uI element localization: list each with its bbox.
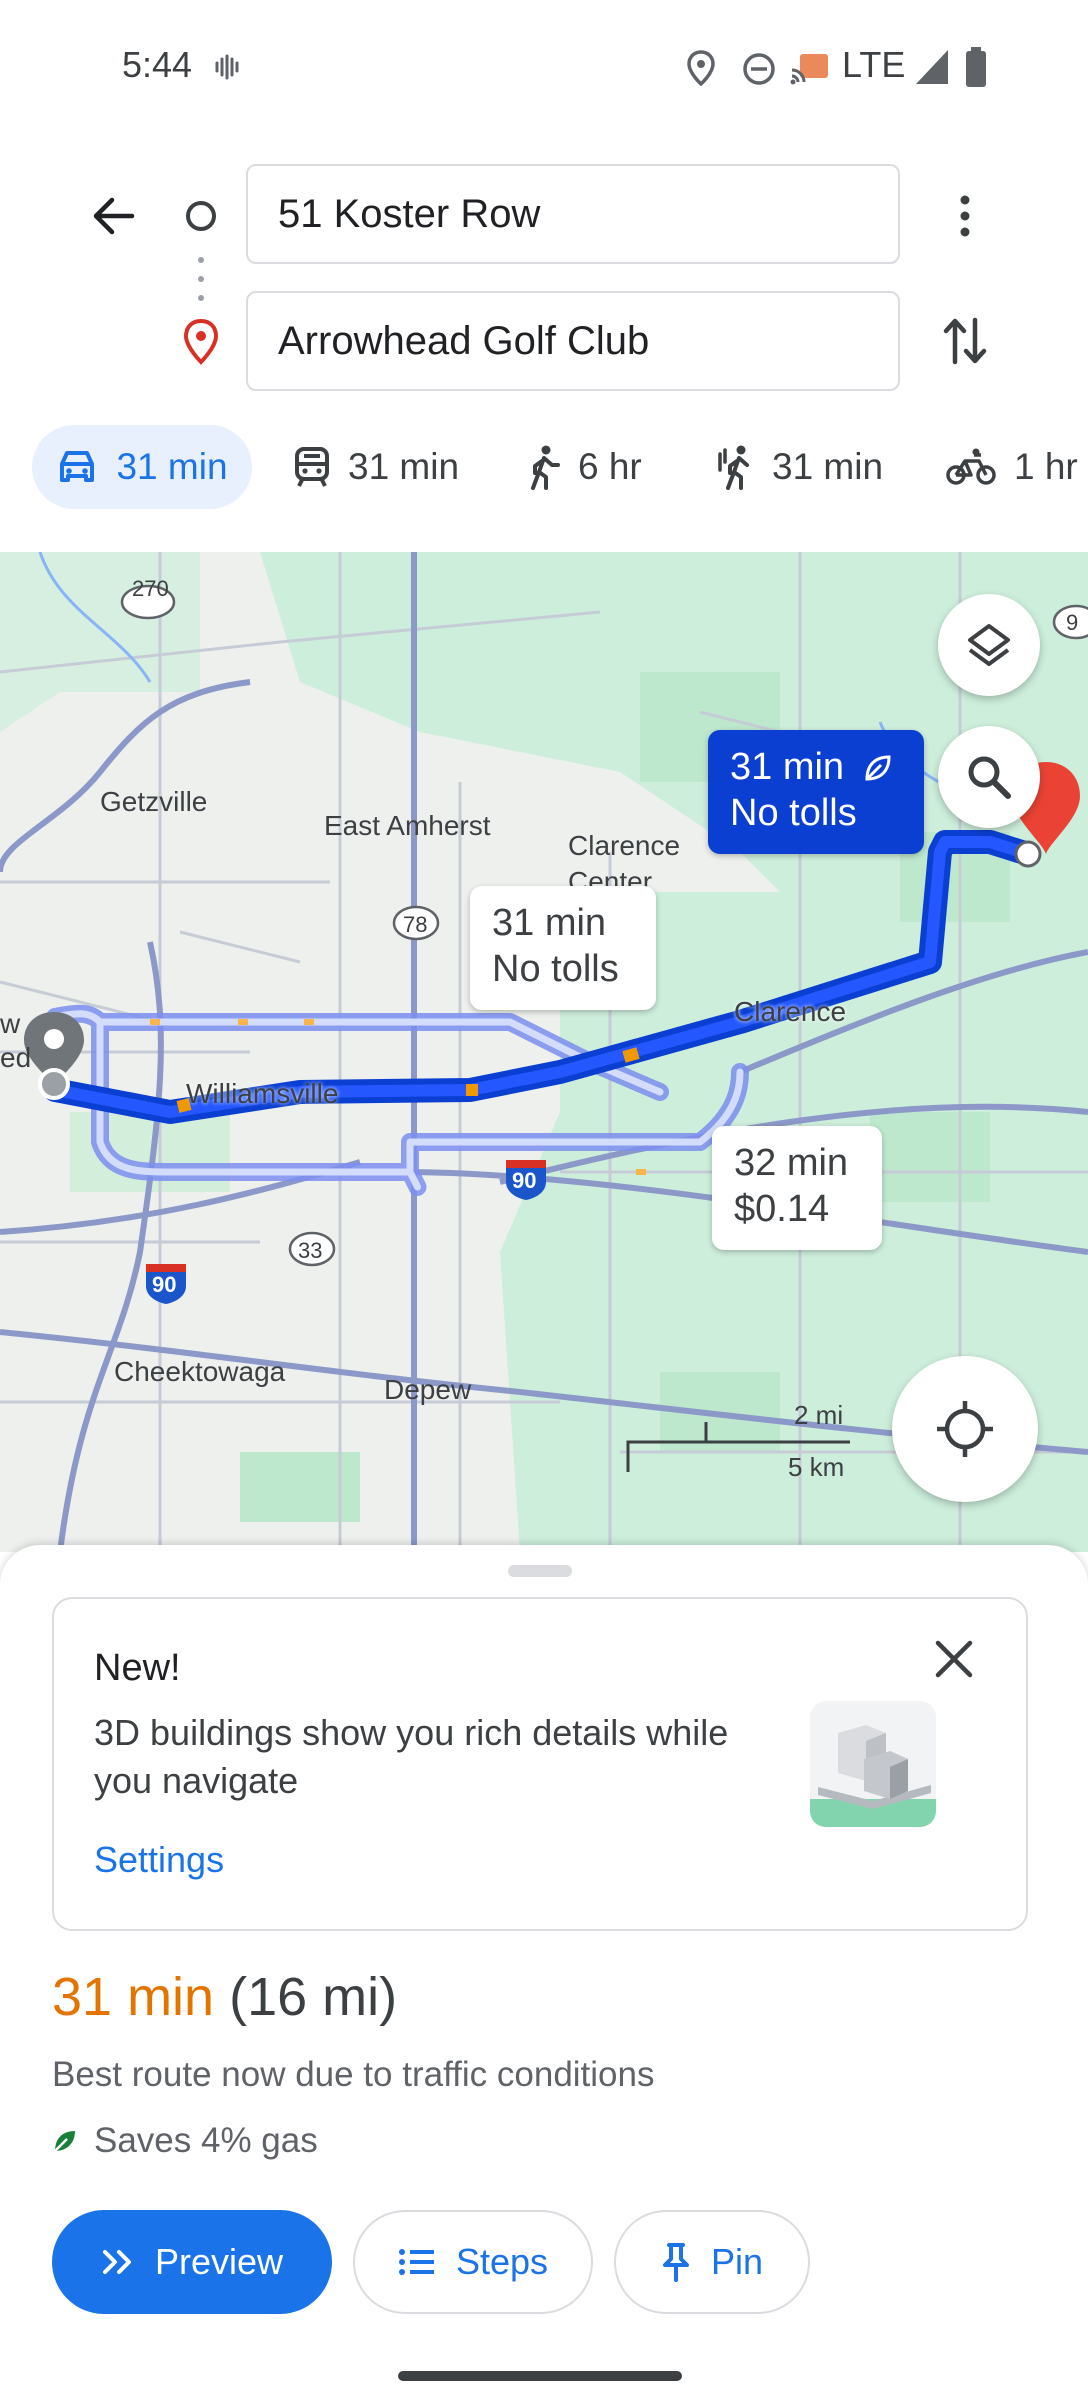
double-chevron-icon xyxy=(102,2250,131,2274)
summary-savings: Saves 4% gas xyxy=(52,2121,318,2161)
promo-settings-link[interactable]: Settings xyxy=(94,1839,224,1881)
back-arrow-icon[interactable] xyxy=(90,192,138,240)
route-selected-time: 31 min xyxy=(730,746,845,788)
promo-body: 3D buildings show you rich details while… xyxy=(94,1712,729,1801)
battery-icon xyxy=(966,47,986,87)
route-alt1-note: No tolls xyxy=(492,948,619,990)
route-callout-alt-1[interactable]: 31 min No tolls xyxy=(470,886,656,1010)
summary-time: 31 min xyxy=(52,1967,215,2027)
summary-savings-text: Saves 4% gas xyxy=(94,2121,318,2160)
origin-input[interactable]: 51 Koster Row xyxy=(246,164,900,264)
route-callout-selected[interactable]: 31 min No tolls xyxy=(708,730,924,854)
layers-icon xyxy=(968,624,1010,666)
place-edge-w: w xyxy=(0,1008,21,1039)
shield-33-label: 33 xyxy=(298,1238,323,1263)
route-alt2-note: $0.14 xyxy=(734,1188,830,1230)
ride-icon xyxy=(718,445,749,490)
place-east-amherst: East Amherst xyxy=(324,810,491,841)
shield-90-label-2: 90 xyxy=(512,1168,537,1193)
place-cheektowaga: Cheektowaga xyxy=(114,1356,286,1387)
tab-drive[interactable]: 31 min xyxy=(32,425,252,509)
status-bar: 5:44 LTE xyxy=(0,0,1088,130)
car-icon xyxy=(60,451,95,482)
route-dots-icon xyxy=(198,257,204,301)
layers-button[interactable] xyxy=(938,594,1040,696)
place-clarence: Clarence xyxy=(734,996,847,1027)
vibrate-icon xyxy=(215,54,239,80)
origin-dot-icon xyxy=(186,201,216,231)
steps-label: Steps xyxy=(455,2241,549,2282)
tab-transit-label: 31 min xyxy=(348,446,460,487)
promo-title: New! xyxy=(94,1647,181,1689)
pin-icon xyxy=(662,2243,689,2282)
location-icon xyxy=(687,50,715,86)
sheet-drag-handle[interactable] xyxy=(508,1565,572,1577)
tab-ride-label: 31 min xyxy=(772,446,884,487)
network-type: LTE xyxy=(842,44,906,85)
route-bottom-sheet: New! 3D buildings show you rich details … xyxy=(0,1545,1088,2400)
map-view[interactable]: 270 78 33 90 90 9 Getzville East Amherst… xyxy=(0,552,1088,1552)
crosshair-icon xyxy=(937,1401,993,1457)
my-location-button[interactable] xyxy=(892,1356,1038,1502)
place-williamsville: Williamsville xyxy=(186,1078,339,1109)
gesture-nav-bar[interactable] xyxy=(398,2371,682,2381)
transit-icon xyxy=(295,447,329,487)
destination-pin-icon xyxy=(183,318,219,365)
place-depew: Depew xyxy=(384,1374,472,1405)
summary-reason: Best route now due to traffic conditions xyxy=(52,2055,655,2094)
route-alt1-time: 31 min xyxy=(492,902,607,944)
route-alt2-time: 32 min xyxy=(734,1142,849,1184)
close-icon[interactable] xyxy=(932,1637,976,1681)
eco-leaf-icon xyxy=(865,755,891,781)
tab-transit[interactable]: 31 min xyxy=(294,425,459,509)
bike-icon xyxy=(946,448,996,485)
promo-card: New! 3D buildings show you rich details … xyxy=(52,1597,1028,1931)
more-options-icon[interactable] xyxy=(950,192,980,242)
preview-button[interactable]: Preview xyxy=(52,2210,332,2314)
steps-button[interactable]: Steps xyxy=(353,2210,593,2314)
tab-bike-label: 1 hr xyxy=(1014,446,1078,487)
leaf-icon xyxy=(54,2131,75,2152)
scale-km: 5 km xyxy=(788,1452,845,1482)
do-not-disturb-icon xyxy=(743,53,775,85)
shield-270-label: 270 xyxy=(132,576,169,601)
route-callout-alt-2[interactable]: 32 min $0.14 xyxy=(712,1126,882,1250)
swap-icon[interactable] xyxy=(940,314,990,368)
shield-90-label: 90 xyxy=(152,1272,177,1297)
pin-label: Pin xyxy=(710,2241,764,2282)
shield-78-label: 78 xyxy=(403,912,428,937)
cast-icon xyxy=(790,54,828,85)
route-selected-note: No tolls xyxy=(730,792,857,834)
walk-icon xyxy=(531,445,560,490)
travel-mode-tabs: 31 min 31 min 6 hr 31 min 1 hr xyxy=(0,425,1088,525)
status-time: 5:44 xyxy=(122,44,193,85)
shield-edge-label: 9 xyxy=(1066,610,1079,635)
tab-ride[interactable]: 31 min xyxy=(716,425,883,509)
preview-label: Preview xyxy=(154,2241,284,2282)
tab-walk-label: 6 hr xyxy=(578,446,642,487)
place-getzville: Getzville xyxy=(100,786,208,817)
search-along-route-button[interactable] xyxy=(938,726,1040,828)
tab-walk[interactable]: 6 hr xyxy=(526,425,642,509)
tab-bike[interactable]: 1 hr xyxy=(946,425,1078,509)
pin-button[interactable]: Pin xyxy=(614,2210,810,2314)
summary-distance: (16 mi) xyxy=(229,1967,398,2027)
3d-buildings-illustration xyxy=(810,1701,936,1827)
destination-input[interactable]: Arrowhead Golf Club xyxy=(246,291,900,391)
place-edge-ed: ed xyxy=(0,1042,32,1073)
route-summary: 31 min (16 mi) xyxy=(52,1965,397,2029)
list-icon xyxy=(398,2249,434,2275)
scale-mi: 2 mi xyxy=(794,1400,844,1430)
tab-drive-label: 31 min xyxy=(116,446,228,487)
signal-icon xyxy=(916,50,948,84)
search-icon xyxy=(968,756,1011,799)
